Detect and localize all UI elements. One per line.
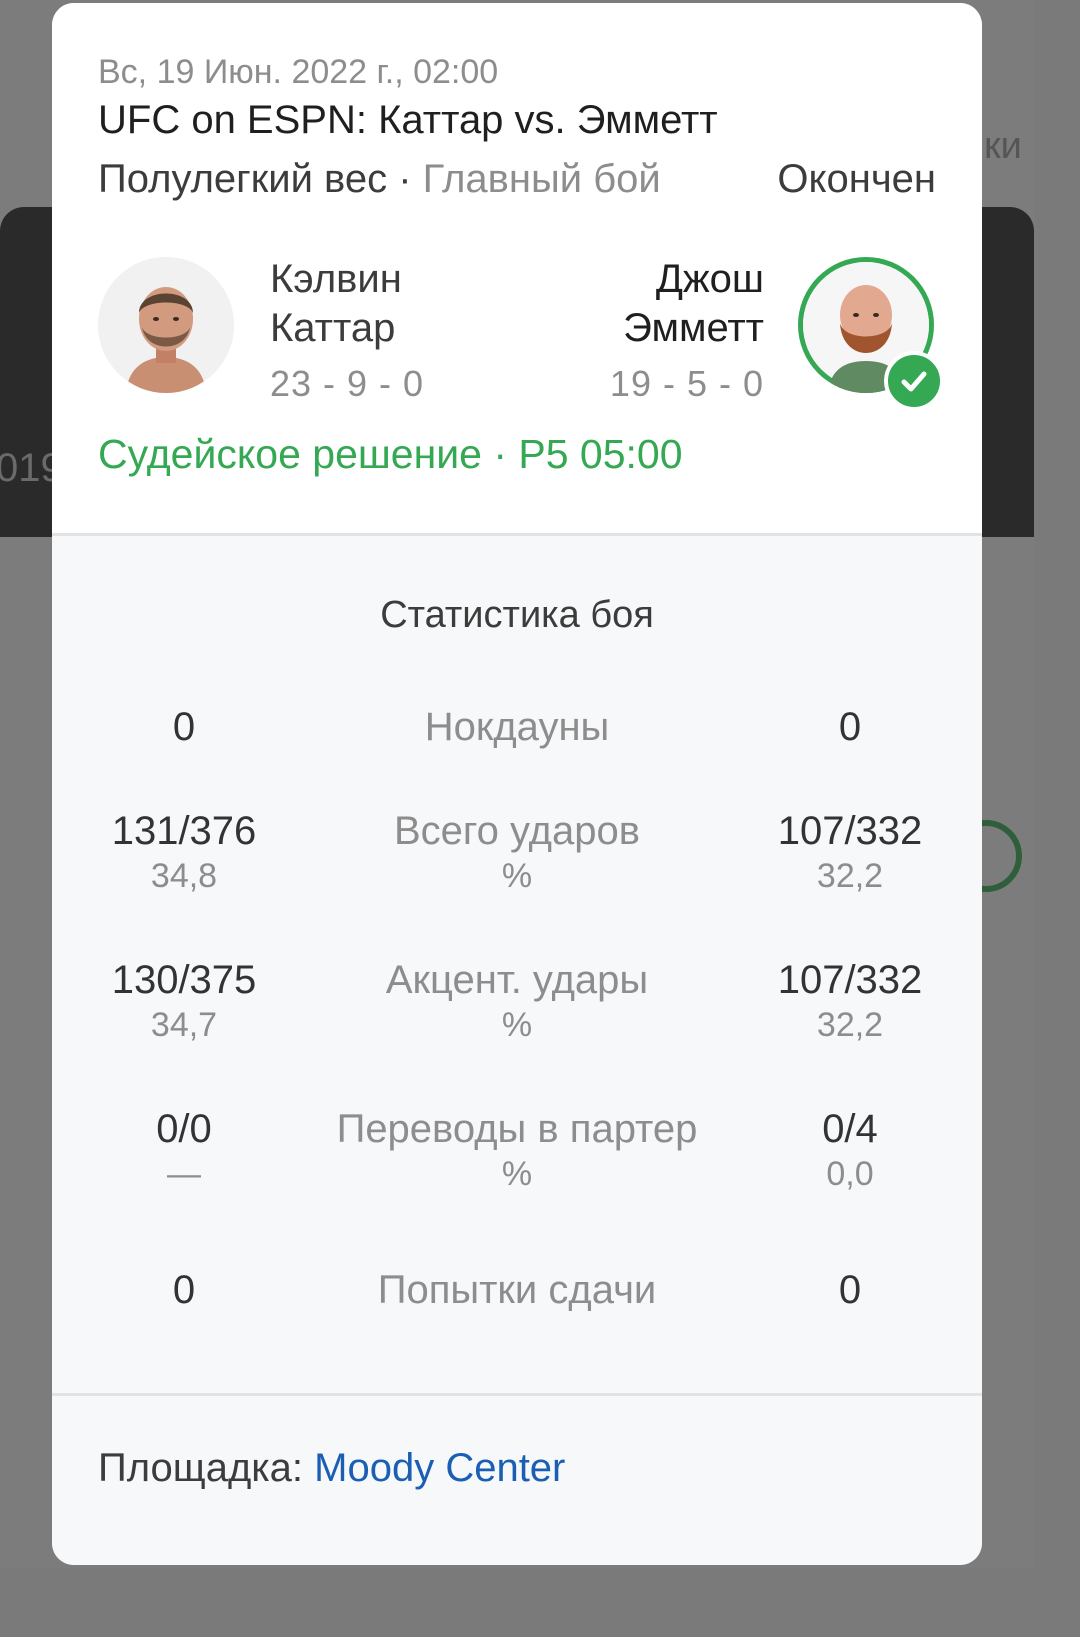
winner-check-icon (884, 351, 944, 411)
stats-title: Статистика боя (380, 594, 654, 636)
stat-right: 107/332 32,2 (750, 808, 950, 898)
weight-class: Полулегкий вес · Главный бой (98, 157, 661, 202)
stat-right-percent: 32,2 (816, 857, 884, 895)
stat-left-value: 0/0 (156, 1107, 212, 1151)
separator: · (387, 157, 423, 201)
fighter-right-name[interactable]: Джош Эмметт (623, 255, 764, 353)
stat-left-value: 131/376 (111, 809, 257, 853)
stat-right-value: 0/4 (822, 1107, 878, 1151)
stat-right: 107/332 32,2 (750, 957, 950, 1047)
fighter-left-name[interactable]: Кэлвин Каттар (270, 255, 402, 353)
division-label: Полулегкий вес (98, 157, 388, 201)
stat-left-percent: — (167, 1155, 201, 1193)
venue-section: Площадка: Moody Center (52, 1393, 982, 1565)
stat-right-percent: 0,0 (826, 1155, 874, 1193)
fight-stats-section: Статистика боя 0 Нокдауны 0 131/376 34,8… (52, 533, 982, 1396)
fighter-left-last-name: Каттар (270, 306, 396, 350)
fighter-left-avatar[interactable] (98, 257, 234, 393)
stat-right-value: 0 (838, 705, 862, 749)
venue-label: Площадка: (98, 1446, 315, 1490)
stat-right-value: 0 (838, 1268, 862, 1312)
fighter-left-record: 23 - 9 - 0 (270, 363, 425, 404)
stat-label-unit: % (501, 1006, 533, 1044)
stat-label-unit: % (501, 857, 533, 895)
event-title[interactable]: UFC on ESPN: Каттар vs. Эмметт (98, 98, 718, 143)
stat-right-value: 107/332 (777, 958, 923, 1002)
stat-label: Переводы в партер (336, 1107, 698, 1151)
stat-left-value: 0 (172, 1268, 196, 1312)
stat-left: 0/0 — (84, 1106, 284, 1196)
fight-header: Вс, 19 Июн. 2022 г., 02:00 UFC on ESPN: … (52, 3, 982, 533)
stat-left-percent: 34,8 (150, 857, 218, 895)
stat-left-value: 0 (172, 705, 196, 749)
fighter-left-first-name: Кэлвин (270, 257, 402, 301)
stat-label: Попытки сдачи (377, 1268, 657, 1312)
stat-left-value: 130/375 (111, 958, 257, 1002)
fight-result: Судейское решение · Р5 05:00 (98, 431, 683, 478)
stat-label-unit: % (501, 1155, 533, 1193)
stat-left: 131/376 34,8 (84, 808, 284, 898)
fighter-right-first-name: Джош (655, 257, 764, 301)
result-method: Судейское решение (98, 431, 482, 477)
stat-label: Всего ударов (394, 809, 640, 853)
stat-label-block: Переводы в партер % (292, 1106, 742, 1196)
separator: · (481, 431, 519, 477)
stat-right-percent: 32,2 (816, 1006, 884, 1044)
stat-right-value: 107/332 (777, 809, 923, 853)
stat-right: 0/4 0,0 (750, 1106, 950, 1196)
stat-left: 130/375 34,7 (84, 957, 284, 1047)
stat-label-block: Всего ударов % (292, 808, 742, 898)
venue-link[interactable]: Moody Center (314, 1446, 565, 1490)
stat-left-percent: 34,7 (150, 1006, 218, 1044)
fight-status: Окончен (777, 157, 936, 201)
stat-label: Акцент. удары (385, 958, 649, 1002)
venue: Площадка: Moody Center (98, 1446, 565, 1491)
fighter-right-last-name: Эмметт (623, 306, 764, 350)
result-time: Р5 05:00 (518, 431, 683, 477)
fight-details-card: Вс, 19 Июн. 2022 г., 02:00 UFC on ESPN: … (52, 3, 982, 1565)
fighter-right-record: 19 - 5 - 0 (609, 363, 764, 404)
stat-label-block: Акцент. удары % (292, 957, 742, 1047)
fight-date: Вс, 19 Июн. 2022 г., 02:00 (98, 53, 499, 91)
stat-label: Нокдауны (424, 705, 610, 749)
background-text-fragment: ки (984, 125, 1022, 167)
bout-type: Главный бой (422, 157, 661, 201)
